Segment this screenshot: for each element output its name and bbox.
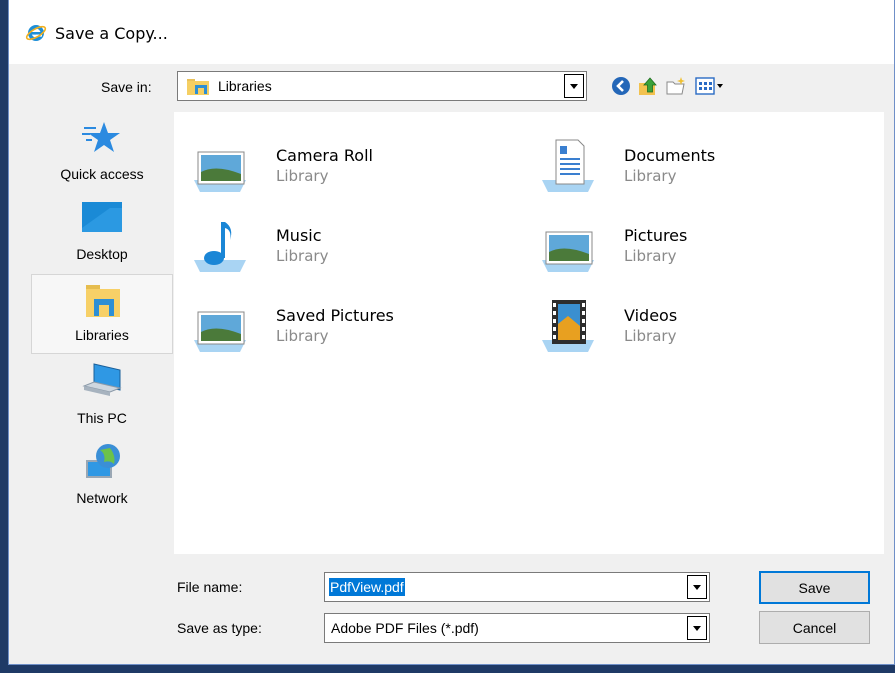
picture-library-icon [194,311,246,352]
document-library-icon [542,139,594,192]
library-name: Pictures [624,226,688,245]
network-icon [86,444,120,478]
place-label: Quick access [60,166,144,182]
save-as-type-label: Save as type: [177,620,262,636]
save-dialog: Save a Copy... Save in: Libraries Quick … [8,0,895,665]
library-type: Library [276,247,329,265]
picture-library-icon [194,151,246,192]
library-music[interactable]: Music Library [184,210,504,280]
save-as-type-dropdown[interactable]: Adobe PDF Files (*.pdf) [324,613,710,643]
up-folder-icon[interactable] [637,75,659,97]
save-as-type-value: Adobe PDF Files (*.pdf) [331,620,479,636]
library-pictures[interactable]: Pictures Library [532,210,852,280]
library-documents[interactable]: Documents Library [532,130,852,200]
library-type: Library [624,167,677,185]
library-saved-pictures[interactable]: Saved Pictures Library [184,290,504,360]
library-type: Library [276,327,329,345]
file-name-value[interactable]: PdfView.pdf [328,577,406,597]
place-desktop[interactable]: Desktop [31,192,173,272]
places-bar: Quick access Desktop Libraries This PC N… [31,112,173,552]
chevron-down-icon [570,83,578,89]
place-this-pc[interactable]: This PC [31,356,173,436]
title-bar: Save a Copy... [9,0,894,64]
save-as-type-dropdown-button[interactable] [687,616,707,640]
ie-icon [25,25,47,41]
library-type: Library [624,247,677,265]
video-library-icon [542,300,594,352]
libraries-icon [187,79,209,95]
save-button[interactable]: Save [759,571,870,604]
star-icon [82,122,120,152]
file-name-dropdown-button[interactable] [687,575,707,599]
library-name: Documents [624,146,716,165]
window-title: Save a Copy... [55,24,168,43]
library-name: Camera Roll [276,146,373,165]
view-menu-icon[interactable] [695,75,729,97]
libraries-icon [86,285,120,317]
file-name-label: File name: [177,579,243,595]
file-list: Camera Roll Library Documents Library Mu… [174,112,884,554]
library-type: Library [276,167,329,185]
save-in-dropdown-button[interactable] [564,74,584,98]
library-name: Videos [624,306,678,325]
desktop-icon [82,202,122,232]
place-label: Desktop [76,246,128,262]
library-camera-roll[interactable]: Camera Roll Library [184,130,504,200]
save-in-value: Libraries [218,78,272,94]
place-libraries[interactable]: Libraries [31,274,173,354]
music-library-icon [194,222,246,272]
cancel-button[interactable]: Cancel [759,611,870,644]
place-network[interactable]: Network [31,436,173,516]
library-videos[interactable]: Videos Library [532,290,852,360]
save-in-dropdown[interactable]: Libraries [177,71,587,101]
back-arrow-icon[interactable] [610,75,632,97]
computer-icon [82,363,122,396]
place-label: Libraries [75,327,129,343]
library-type: Library [624,327,677,345]
new-folder-icon[interactable] [665,75,687,97]
library-name: Saved Pictures [276,306,394,325]
place-label: Network [76,490,128,506]
place-quick-access[interactable]: Quick access [31,112,173,192]
chevron-down-icon [693,625,701,631]
picture-library-icon [542,231,594,272]
library-name: Music [276,226,322,245]
file-name-input[interactable]: PdfView.pdf [324,572,710,602]
save-in-label: Save in: [101,79,152,95]
chevron-down-icon [693,584,701,590]
place-label: This PC [77,410,127,426]
